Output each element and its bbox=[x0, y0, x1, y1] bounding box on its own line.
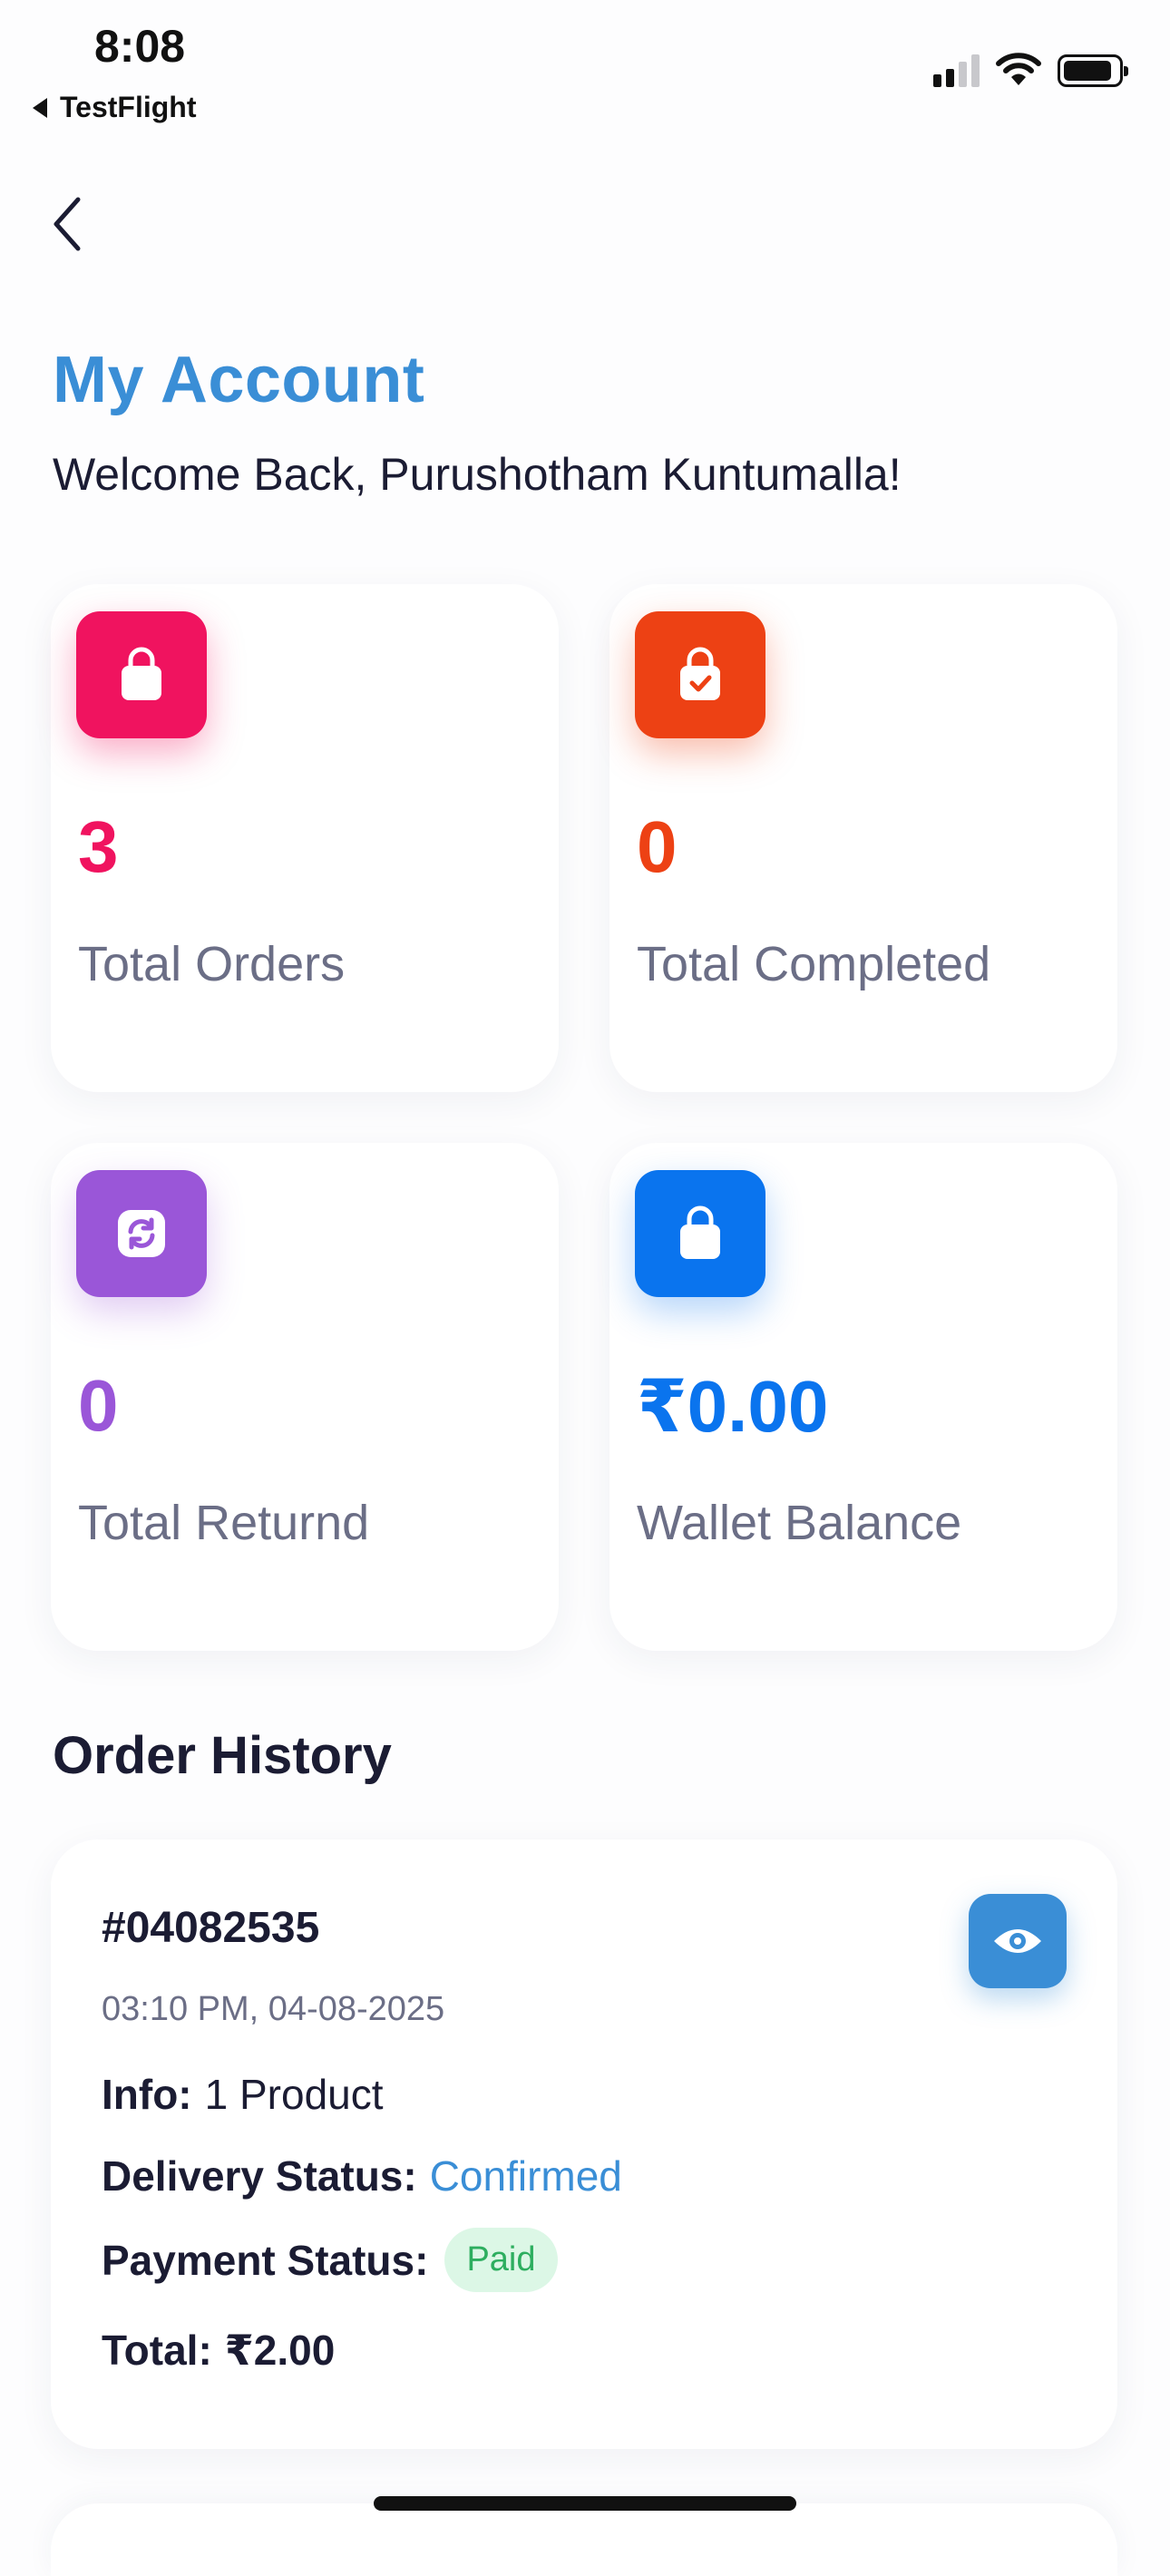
stat-label: Total Returnd bbox=[78, 1496, 370, 1550]
order-datetime: 03:10 PM, 04-08-2025 bbox=[102, 1990, 445, 2028]
stat-value: 0 bbox=[637, 806, 678, 887]
wifi-icon bbox=[996, 53, 1041, 85]
eye-icon bbox=[994, 1929, 1041, 1953]
stat-card-wallet-balance[interactable]: ₹0.00 Wallet Balance bbox=[609, 1143, 1117, 1651]
status-time: 8:08 bbox=[94, 21, 186, 72]
stat-label: Total Completed bbox=[637, 937, 991, 991]
stat-value: ₹0.00 bbox=[637, 1366, 829, 1447]
shopping-bag-icon bbox=[635, 1170, 765, 1297]
back-button[interactable] bbox=[45, 192, 91, 256]
battery-icon bbox=[1058, 54, 1128, 87]
stat-label: Wallet Balance bbox=[637, 1496, 962, 1550]
delivery-status-value: Confirmed bbox=[429, 2152, 622, 2200]
back-to-app-link[interactable]: TestFlight bbox=[33, 91, 197, 124]
shopping-bag-icon bbox=[76, 611, 207, 738]
stat-label: Total Orders bbox=[78, 937, 346, 991]
back-triangle-icon bbox=[33, 97, 47, 118]
order-delivery-status: Delivery Status: Confirmed bbox=[102, 2152, 622, 2200]
order-payment-status: Payment Status: Paid bbox=[102, 2228, 558, 2292]
stat-card-total-completed[interactable]: 0 Total Completed bbox=[609, 584, 1117, 1092]
info-label: Info: bbox=[102, 2071, 192, 2118]
view-order-button[interactable] bbox=[969, 1894, 1067, 1988]
stat-card-total-orders[interactable]: 3 Total Orders bbox=[51, 584, 559, 1092]
stat-card-total-returned[interactable]: 0 Total Returnd bbox=[51, 1143, 559, 1651]
total-value: ₹2.00 bbox=[224, 2327, 336, 2374]
bag-check-icon bbox=[635, 611, 765, 738]
chevron-left-icon bbox=[54, 197, 81, 251]
payment-status-badge: Paid bbox=[444, 2228, 558, 2292]
next-order-card bbox=[51, 2503, 1117, 2576]
payment-status-label: Payment Status: bbox=[102, 2236, 429, 2284]
total-label: Total: bbox=[102, 2327, 212, 2374]
welcome-message: Welcome Back, Purushotham Kuntumalla! bbox=[53, 449, 902, 500]
info-value: 1 Product bbox=[204, 2071, 384, 2118]
delivery-status-label: Delivery Status: bbox=[102, 2152, 417, 2200]
order-id: #04082535 bbox=[102, 1904, 320, 1952]
refresh-icon bbox=[76, 1170, 207, 1297]
cellular-signal-icon bbox=[933, 51, 980, 87]
order-info: Info: 1 Product bbox=[102, 2070, 384, 2119]
home-indicator[interactable] bbox=[374, 2496, 796, 2511]
page-title: My Account bbox=[53, 344, 425, 416]
stat-value: 3 bbox=[78, 806, 119, 887]
back-app-label: TestFlight bbox=[60, 91, 197, 123]
stat-value: 0 bbox=[78, 1365, 119, 1446]
order-total: Total: ₹2.00 bbox=[102, 2326, 335, 2375]
order-history-title: Order History bbox=[53, 1726, 392, 1785]
order-card: #04082535 03:10 PM, 04-08-2025 Info: 1 P… bbox=[51, 1839, 1117, 2449]
status-indicators bbox=[933, 51, 1128, 87]
